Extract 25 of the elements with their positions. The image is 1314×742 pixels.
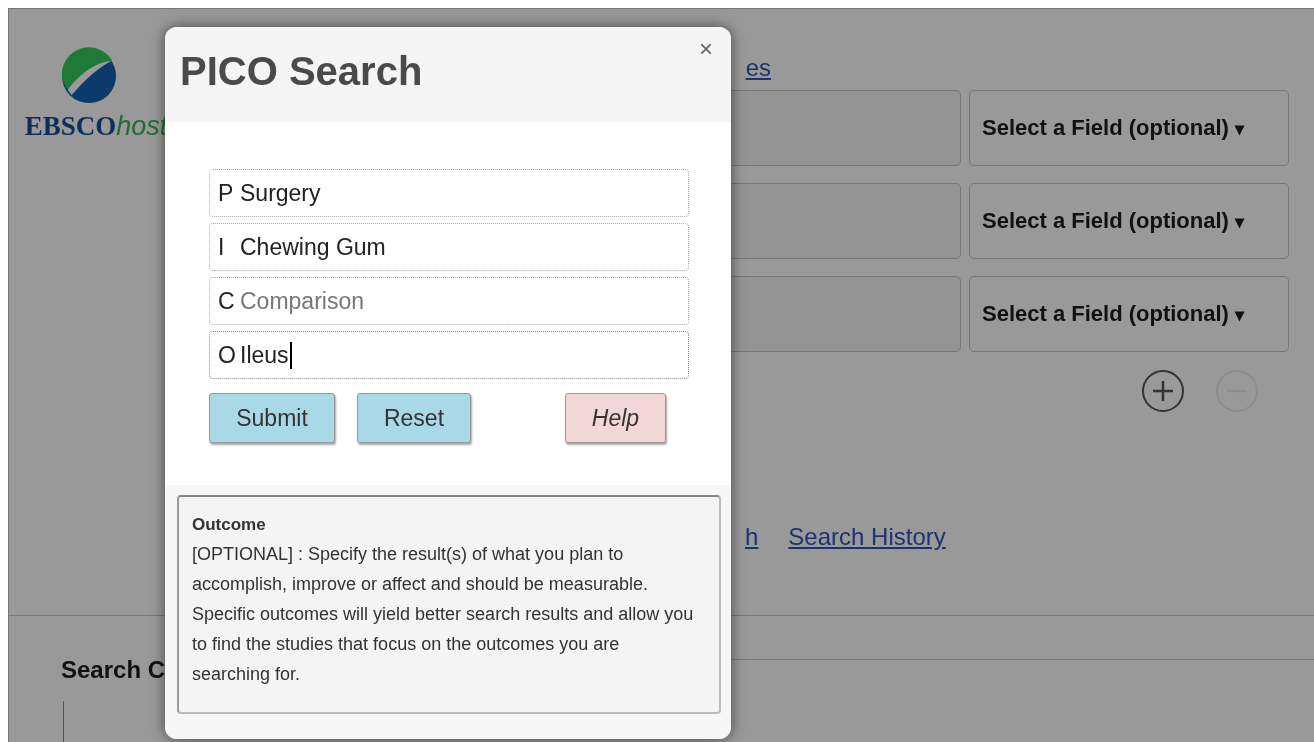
help-title: Outcome bbox=[192, 515, 267, 535]
choose-databases-link[interactable]: es bbox=[745, 54, 771, 82]
close-button[interactable]: × bbox=[697, 35, 715, 63]
field-select[interactable]: Select a Field (optional) ▾ bbox=[969, 90, 1289, 166]
field-letter: C bbox=[218, 287, 236, 315]
help-text: [OPTIONAL] : Specify the result(s) of what you plan to accomplish, improve or affect and should be measurable. Specific outcomes will yield better search results and allow you to find the studies that focus on the outcomes you are searching for. bbox=[192, 543, 695, 686]
field-value: Surgery bbox=[240, 179, 321, 207]
field-placeholder: Comparison bbox=[240, 287, 364, 315]
field-value: Ileus bbox=[240, 341, 292, 369]
dialog-title: PICO Search bbox=[180, 49, 424, 94]
add-icon[interactable] bbox=[1141, 369, 1185, 413]
dialog-button[interactable]: Submit bbox=[209, 393, 335, 443]
search-link[interactable]: h bbox=[745, 523, 759, 551]
field-letter: O bbox=[218, 341, 237, 369]
help-button[interactable]: Help bbox=[565, 393, 666, 443]
search-link[interactable]: Search History bbox=[788, 523, 946, 551]
field-letter: P bbox=[218, 179, 235, 207]
logo-icon bbox=[60, 47, 118, 105]
field-value: Chewing Gum bbox=[240, 233, 386, 261]
section-heading: Search C bbox=[61, 656, 166, 684]
dialog-button[interactable]: Reset bbox=[357, 393, 471, 443]
logo-text: EBSCOhost bbox=[24, 111, 168, 142]
field-letter: I bbox=[218, 233, 226, 261]
field-select[interactable]: Select a Field (optional) ▾ bbox=[969, 276, 1289, 352]
field-select[interactable]: Select a Field (optional) ▾ bbox=[969, 183, 1289, 259]
